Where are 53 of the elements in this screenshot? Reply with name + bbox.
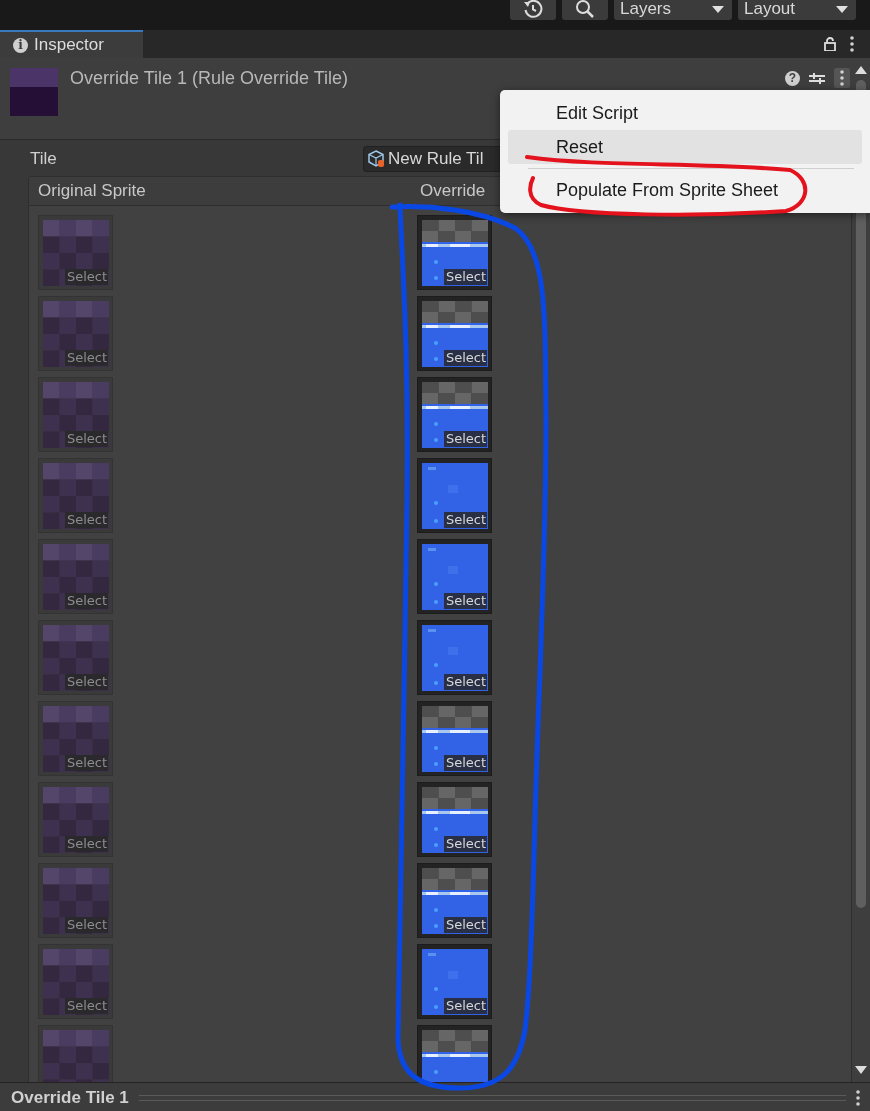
select-label[interactable]: Select — [443, 269, 487, 285]
column-header: Original Sprite — [38, 181, 146, 201]
sprite-slot[interactable]: Select — [38, 539, 113, 614]
sprite-slot[interactable]: Select — [38, 215, 113, 290]
info-icon: i — [13, 37, 28, 53]
menu-item[interactable]: Edit Script — [508, 96, 862, 130]
sprite-slot[interactable]: Select — [38, 620, 113, 695]
select-label[interactable]: Select — [443, 350, 487, 366]
sprite-slot[interactable]: Select — [417, 458, 492, 533]
sprite-slot[interactable]: Select — [38, 863, 113, 938]
select-label[interactable]: Select — [64, 998, 108, 1014]
sprite-slot[interactable]: Select — [417, 215, 492, 290]
sprite-slot[interactable]: Select — [417, 782, 492, 857]
select-label[interactable]: Select — [443, 431, 487, 447]
help-icon[interactable]: ? — [785, 70, 800, 86]
select-label[interactable]: Select — [64, 674, 108, 690]
sprite-slot[interactable]: Select — [417, 863, 492, 938]
select-label[interactable]: Select — [64, 512, 108, 528]
sprite-slot[interactable]: Select — [417, 377, 492, 452]
asset-title: Override Tile 1 (Rule Override Tile) — [70, 68, 349, 89]
inspector-tab[interactable]: i Inspector — [0, 30, 143, 58]
menu-item[interactable]: Populate From Sprite Sheet — [508, 173, 862, 207]
sprite-slot[interactable]: Select — [38, 458, 113, 533]
select-label[interactable]: Select — [443, 674, 487, 690]
select-label[interactable]: Select — [443, 917, 487, 933]
sprite-slot[interactable]: Select — [417, 620, 492, 695]
field-label: Tile — [30, 149, 58, 169]
select-label[interactable]: Select — [443, 593, 487, 609]
sprite-slot[interactable]: Select — [417, 701, 492, 776]
sprite-slot[interactable]: Select — [38, 377, 113, 452]
select-label[interactable]: Select — [64, 350, 108, 366]
select-label[interactable]: Select — [64, 593, 108, 609]
select-label[interactable]: Select — [64, 269, 108, 285]
sprite-slot[interactable]: Select — [38, 701, 113, 776]
layout-dropdown[interactable]: Layout — [738, 0, 856, 20]
column-header: Override — [420, 181, 486, 201]
select-label[interactable]: Select — [443, 836, 487, 852]
select-label[interactable]: Select — [443, 998, 487, 1014]
select-label[interactable]: Select — [64, 755, 108, 771]
sprite-slot[interactable]: Select — [417, 539, 492, 614]
sprite-slot[interactable]: Select — [38, 782, 113, 857]
sprite-slot[interactable]: Select — [38, 296, 113, 371]
sprite-slot[interactable]: Select — [417, 296, 492, 371]
select-label[interactable]: Select — [64, 836, 108, 852]
layout-dropdown[interactable]: Layers — [614, 0, 732, 20]
select-label[interactable]: Select — [64, 917, 108, 933]
status-title: Override Tile 1 — [11, 1087, 129, 1108]
sprite-slot[interactable]: Select — [38, 944, 113, 1019]
select-label[interactable]: Select — [64, 431, 108, 447]
sprite-slot[interactable]: Select — [417, 944, 492, 1019]
select-label[interactable]: Select — [443, 512, 487, 528]
menu-item[interactable]: Reset — [508, 130, 862, 164]
select-label[interactable]: Select — [443, 755, 487, 771]
